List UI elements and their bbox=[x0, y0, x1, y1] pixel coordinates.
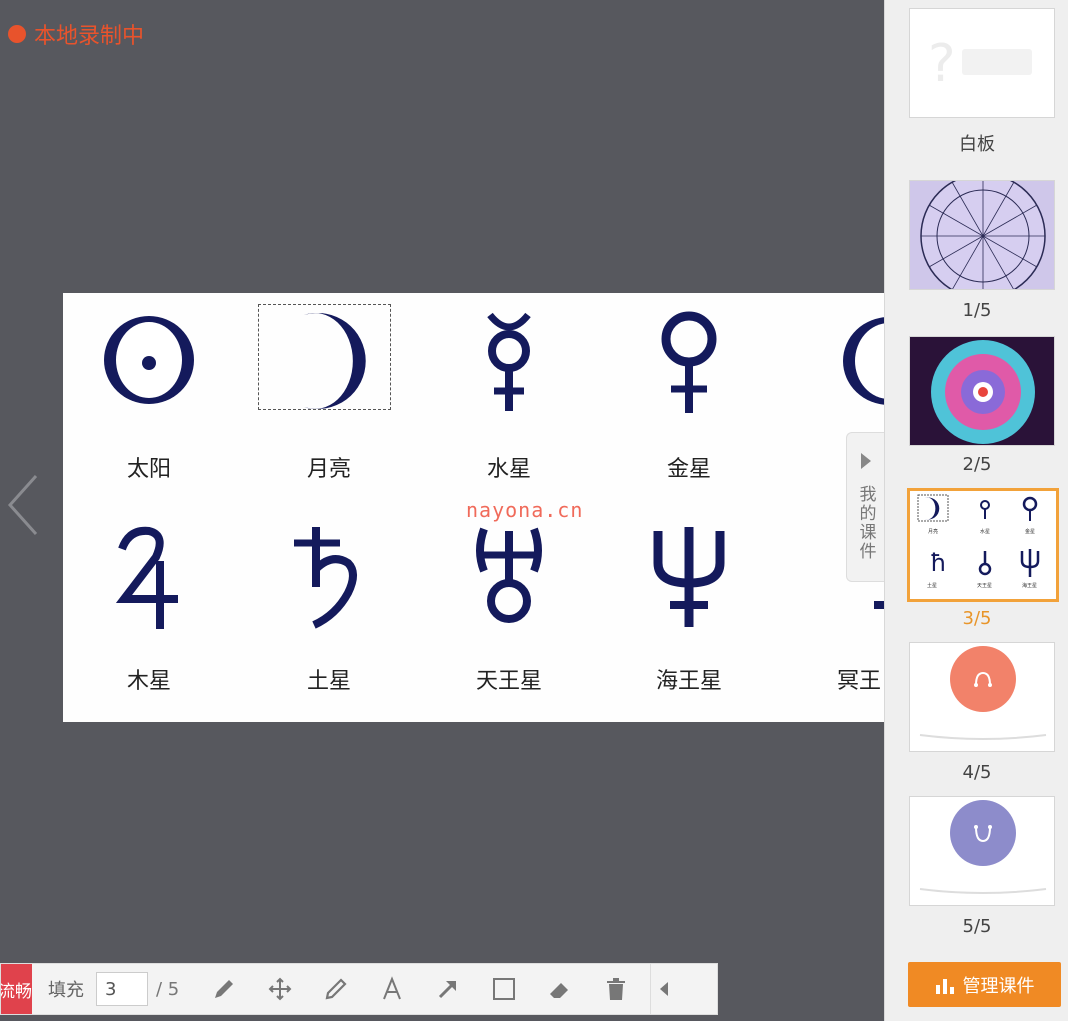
pen-tool-button[interactable] bbox=[196, 963, 252, 1015]
moon-symbol-icon bbox=[304, 313, 366, 409]
symbol-label: 天王星 bbox=[475, 669, 542, 694]
saturn-symbol-icon bbox=[294, 527, 357, 629]
symbol-label: 土星 bbox=[306, 669, 351, 694]
symbol-label: 冥王 bbox=[837, 669, 882, 694]
planet-symbols-thumbnail-icon: 月亮 水星 金星 ħ 土星 天王星 海王星 bbox=[917, 494, 1040, 589]
sun-symbol-icon bbox=[104, 316, 194, 404]
orbit-symbol-icon bbox=[843, 317, 885, 405]
svg-text:金星: 金星 bbox=[1025, 528, 1035, 535]
connection-status-label: 流畅 bbox=[1, 981, 32, 1002]
collapse-toolbar-button[interactable] bbox=[650, 963, 677, 1015]
recording-indicator: 本地录制中 bbox=[8, 18, 144, 50]
arrow-tool-button[interactable] bbox=[420, 963, 476, 1015]
page-number-input[interactable] bbox=[96, 972, 148, 1006]
text-icon bbox=[383, 976, 401, 1000]
svg-text:水星: 水星 bbox=[980, 528, 990, 535]
mercury-symbol-icon bbox=[487, 312, 531, 411]
slide-thumbnail-sidebar: ? 白板 1/5 2/5 月亮 水星 金星 ħ 土星 天王星 海王星 3/5 4… bbox=[884, 0, 1068, 1021]
symbol-label: 木星 bbox=[126, 669, 171, 694]
trash-icon bbox=[607, 978, 625, 1000]
symbol-label: 海王星 bbox=[655, 669, 722, 694]
svg-text:?: ? bbox=[928, 34, 956, 94]
text-tool-button[interactable] bbox=[364, 963, 420, 1015]
purple-circle-icon bbox=[919, 800, 1047, 894]
move-tool-button[interactable] bbox=[252, 963, 308, 1015]
zodiac-wheel-icon bbox=[910, 181, 1054, 289]
thumbnail-label: 3/5 bbox=[962, 608, 992, 629]
connection-status-badge: 流畅 bbox=[1, 964, 32, 1014]
svg-text:土星: 土星 bbox=[927, 582, 937, 589]
fill-toggle[interactable]: 填充 bbox=[48, 976, 84, 1002]
manage-courseware-label: 管理课件 bbox=[962, 975, 1035, 997]
thumbnail-label: 1/5 bbox=[962, 300, 992, 321]
thumbnail-whiteboard[interactable]: ? bbox=[909, 8, 1055, 118]
delete-tool-button[interactable] bbox=[588, 963, 644, 1015]
move-icon bbox=[268, 977, 292, 1001]
colorful-wheel-icon bbox=[910, 337, 1054, 445]
svg-text:天王星: 天王星 bbox=[977, 583, 992, 589]
rectangle-icon bbox=[493, 978, 515, 1000]
arrow-icon bbox=[438, 981, 456, 999]
my-courseware-tab[interactable]: 我的课件 bbox=[846, 432, 884, 582]
symbol-label: 水星 bbox=[486, 457, 531, 482]
recording-dot-icon bbox=[8, 25, 26, 43]
thumbnail-slide-4[interactable] bbox=[909, 642, 1055, 752]
pencil-icon bbox=[325, 978, 347, 1000]
bar-chart-icon bbox=[935, 978, 954, 994]
svg-text:月亮: 月亮 bbox=[928, 528, 938, 535]
symbol-label: 月亮 bbox=[306, 457, 351, 482]
eraser-icon bbox=[550, 983, 568, 998]
pen-icon bbox=[215, 980, 233, 998]
neptune-symbol-icon bbox=[653, 527, 725, 627]
symbol-card-moon[interactable]: 月亮 bbox=[249, 299, 409, 499]
logo-watermark-icon: ? bbox=[928, 34, 1032, 94]
thumbnail-slide-5[interactable] bbox=[909, 796, 1055, 906]
pencil-tool-button[interactable] bbox=[308, 963, 364, 1015]
symbol-card-jupiter: 木星 bbox=[69, 513, 229, 713]
symbol-label: 金星 bbox=[666, 457, 711, 482]
previous-slide-arrow-icon[interactable] bbox=[4, 470, 44, 540]
thumbnail-label: 2/5 bbox=[962, 454, 992, 475]
watermark: nayona.cn bbox=[466, 498, 584, 522]
symbol-card-venus: 金星 bbox=[609, 299, 769, 499]
jupiter-symbol-icon bbox=[115, 526, 178, 629]
svg-text:ħ: ħ bbox=[930, 549, 947, 577]
my-courseware-label: 我的课件 bbox=[855, 485, 876, 561]
venus-symbol-icon bbox=[661, 311, 717, 413]
page-total: / 5 bbox=[156, 978, 180, 1000]
rectangle-tool-button[interactable] bbox=[476, 963, 532, 1015]
symbol-card-sun: 太阳 bbox=[69, 299, 229, 499]
collapse-left-icon bbox=[660, 982, 668, 996]
uranus-symbol-icon bbox=[476, 527, 542, 623]
orange-circle-icon bbox=[919, 646, 1047, 740]
symbol-card-saturn: 土星 bbox=[249, 513, 409, 713]
drawing-toolbar: 流畅 填充 / 5 bbox=[0, 963, 718, 1015]
symbol-card-uranus: 天王星 bbox=[429, 513, 589, 713]
symbol-card-neptune: 海王星 bbox=[609, 513, 769, 713]
thumbnail-label: 白板 bbox=[959, 134, 995, 155]
expand-triangle-icon bbox=[860, 453, 871, 469]
recording-label: 本地录制中 bbox=[34, 24, 145, 49]
thumbnail-slide-3[interactable]: 月亮 水星 金星 ħ 土星 天王星 海王星 bbox=[907, 488, 1059, 602]
eraser-tool-button[interactable] bbox=[532, 963, 588, 1015]
thumbnail-label: 5/5 bbox=[962, 916, 992, 937]
manage-courseware-button[interactable]: 管理课件 bbox=[908, 962, 1061, 1007]
symbol-card-mercury: 水星 bbox=[429, 299, 589, 499]
thumbnail-slide-1[interactable] bbox=[909, 180, 1055, 290]
symbol-label: 太阳 bbox=[126, 457, 171, 482]
thumbnail-label: 4/5 bbox=[962, 762, 992, 783]
svg-text:海王星: 海王星 bbox=[1022, 582, 1037, 589]
thumbnail-slide-2[interactable] bbox=[909, 336, 1055, 446]
